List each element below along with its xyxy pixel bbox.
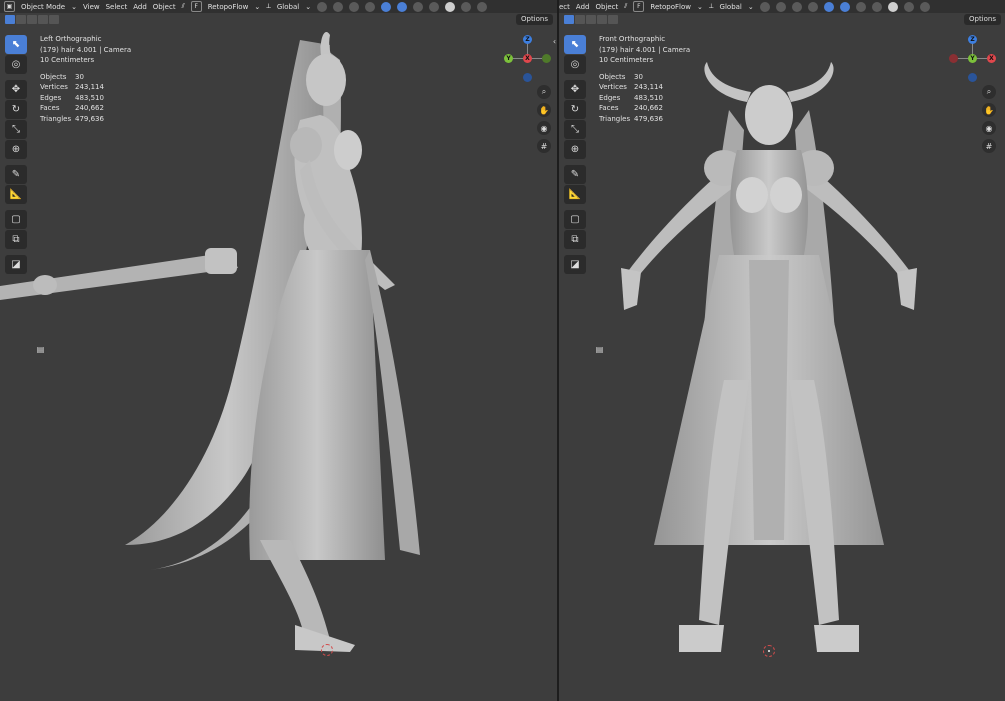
model-side-view[interactable] [0,0,557,701]
model-front-view[interactable] [559,0,1005,701]
3d-cursor-icon[interactable] [763,645,775,657]
viewport-left[interactable]: ▣ Object Mode ⌄ View Select Add Object ⫽… [0,0,557,701]
3d-cursor-icon[interactable] [321,644,333,656]
viewport-right[interactable]: ect Add Object ⫽ F RetopoFlow ⌄ ⟂ Global… [559,0,1005,701]
